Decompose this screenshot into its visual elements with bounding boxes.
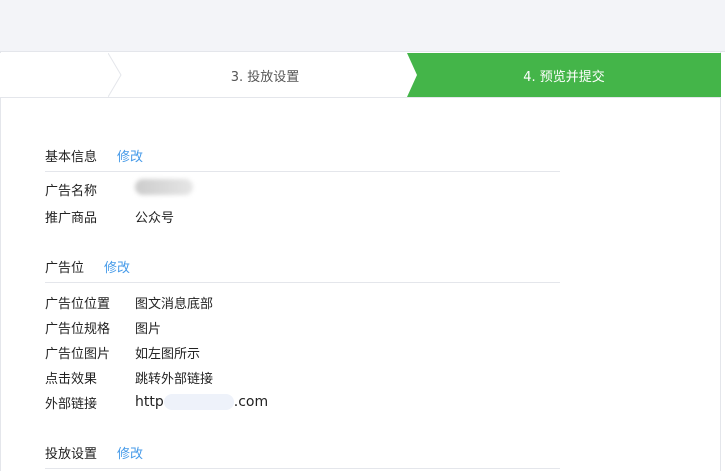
edit-publish-settings-link[interactable]: 修改: [117, 443, 143, 462]
row-label: 外部链接: [45, 396, 98, 412]
row-label: 点击效果: [45, 371, 98, 387]
row-value: 跳转外部链接: [135, 371, 214, 387]
section-title: 广告位: [45, 261, 85, 276]
link-redacted: [163, 394, 234, 410]
ad-name-value-redacted: [135, 179, 193, 199]
info-row: 外部链接 http .com: [45, 392, 268, 412]
edit-basic-info-link[interactable]: 修改: [117, 146, 143, 165]
info-row: 推广商品 公众号: [45, 206, 174, 226]
edit-ad-slot-link[interactable]: 修改: [104, 257, 130, 276]
external-link[interactable]: http .com: [135, 394, 268, 410]
row-label: 广告位图片: [45, 346, 111, 362]
link-suffix: .com: [233, 394, 269, 410]
info-row: 广告位位置 图文消息底部: [45, 292, 213, 312]
step-3-publish-settings[interactable]: 3. 投放设置: [120, 53, 410, 97]
step-4-preview-submit[interactable]: 4. 预览并提交: [407, 53, 721, 97]
row-label: 广告名称: [45, 183, 98, 199]
info-row: 广告位图片 如左图所示: [45, 342, 200, 362]
section-title: 基本信息: [45, 150, 98, 165]
row-label: 广告位位置: [45, 296, 111, 312]
row-value: 公众号: [135, 210, 175, 226]
step-progress-bar: 3. 投放设置 4. 预览并提交: [0, 53, 721, 98]
link-prefix: http: [135, 394, 164, 410]
info-row: 广告名称: [45, 179, 193, 199]
section-title: 投放设置: [45, 447, 98, 462]
row-value: 如左图所示: [135, 346, 201, 362]
section-basic-info: 基本信息 修改: [45, 146, 560, 172]
row-label: 推广商品: [45, 210, 98, 226]
info-row: 广告位规格 图片: [45, 317, 161, 337]
section-ad-slot: 广告位 修改: [45, 257, 560, 283]
top-header-band: [0, 0, 725, 52]
row-value: 图片: [135, 321, 162, 337]
info-row: 点击效果 跳转外部链接: [45, 367, 213, 387]
section-publish-settings: 投放设置 修改: [45, 443, 560, 469]
row-label: 广告位规格: [45, 321, 111, 337]
row-value: 图文消息底部: [135, 296, 214, 312]
